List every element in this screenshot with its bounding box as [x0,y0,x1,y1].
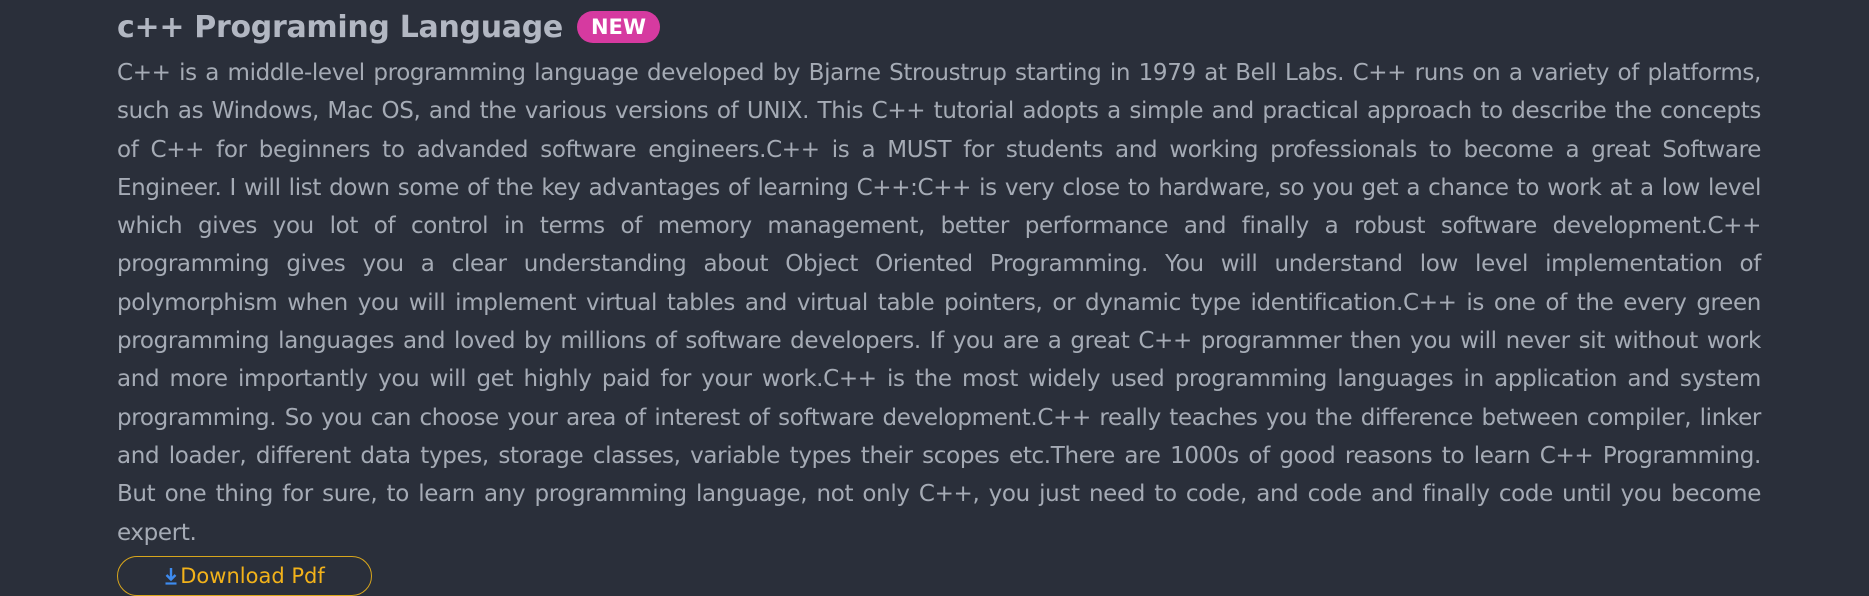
download-pdf-label: Download Pdf [180,563,325,588]
download-pdf-button[interactable]: Download Pdf [117,555,372,596]
new-badge: NEW [576,11,661,43]
download-arrow-icon [164,566,178,586]
course-header: c++ Programing Language NEW [117,0,1761,54]
course-description: C++ is a middle-level programming langua… [117,60,1761,546]
course-title: c++ Programing Language [117,9,563,45]
course-card: c++ Programing Language NEW C++ is a mid… [117,0,1761,596]
